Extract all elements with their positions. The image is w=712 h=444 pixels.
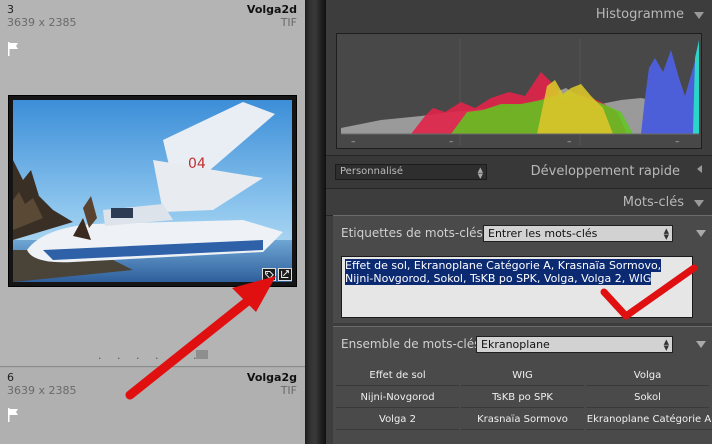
keyword-button[interactable]: TsKB po SPK <box>461 387 584 408</box>
cell-dimensions: 3639 x 2385 <box>7 16 77 29</box>
quick-develop-header[interactable]: Personnalisé ▲ ▼ Développement rapide <box>326 155 712 189</box>
histogram-header[interactable]: Histogramme <box>326 2 712 28</box>
keyword-button[interactable]: WIG <box>461 365 584 386</box>
keyword-tags-label: Etiquettes de mots-clés <box>341 226 483 240</box>
cell-index: 6 <box>7 371 14 384</box>
keywords-title: Mots-clés <box>622 195 684 210</box>
histogram-title: Histogramme <box>595 7 684 22</box>
keyword-set-label: Ensemble de mots-clés <box>341 337 481 351</box>
right-panel: Histogramme – – – – Personnalisé ▲ ▼ Déve… <box>326 0 712 444</box>
flag-icon[interactable] <box>7 408 19 422</box>
triangle-down-icon[interactable] <box>696 341 706 348</box>
saved-preset-value: Personnalisé <box>340 166 403 177</box>
keyword-button[interactable]: Volga <box>586 365 709 386</box>
histogram: – – – – <box>336 33 702 149</box>
keyword-set-value: Ekranoplane <box>481 338 550 351</box>
keyword-button[interactable]: Volga 2 <box>336 409 459 430</box>
scrollbar-thumb[interactable] <box>196 350 208 359</box>
cell-dimensions: 3639 x 2385 <box>7 384 77 397</box>
quick-develop-title: Développement rapide <box>530 164 680 179</box>
select-arrows-icon: ▲ ▼ <box>477 166 483 180</box>
triangle-left-icon[interactable] <box>697 165 702 173</box>
cell-index: 3 <box>7 3 14 16</box>
keyword-tags-section: Etiquettes de mots-clés Entrer les mots-… <box>333 215 712 323</box>
keyword-button[interactable]: Krasnaïa Sormovo <box>461 409 584 430</box>
keyword-tags-text: Effet de sol, Ekranoplane Catégorie A, K… <box>345 259 662 285</box>
keyword-button[interactable]: Ekranoplane Catégorie A <box>586 409 712 430</box>
keyword-button[interactable]: Effet de sol <box>336 365 459 386</box>
svg-text:–: – <box>567 137 572 146</box>
triangle-down-icon[interactable] <box>696 230 706 237</box>
library-grid: 3 3639 x 2385 Volga2d TIF 04 . . . . . .… <box>0 0 305 444</box>
cell-filename: Volga2d <box>246 3 297 16</box>
cell-filename: Volga2g <box>246 371 297 384</box>
select-arrows-icon: ▲ ▼ <box>663 338 669 352</box>
keyword-set-section: Ensemble de mots-clés Ekranoplane ▲ ▼ Eff… <box>333 326 712 444</box>
scroll-dots: . . . . . . <box>98 349 203 362</box>
keyword-button[interactable]: Sokol <box>586 387 709 408</box>
cell-filetype: TIF <box>280 384 297 397</box>
cell-filetype: TIF <box>280 16 297 29</box>
histogram-graph: – – – – <box>341 38 699 146</box>
triangle-down-icon[interactable] <box>694 200 704 207</box>
keyword-tag-icon[interactable] <box>262 268 276 281</box>
keyword-button[interactable]: Nijni-Novgorod <box>336 387 459 408</box>
svg-text:–: – <box>351 137 356 146</box>
keywords-header[interactable]: Mots-clés <box>326 190 712 216</box>
thumbnail-frame[interactable]: 04 <box>8 95 297 287</box>
keyword-entry-mode-select[interactable]: Entrer les mots-clés ▲ ▼ <box>483 225 673 242</box>
photo-thumbnail[interactable]: 04 <box>13 100 292 282</box>
triangle-down-icon[interactable] <box>694 12 704 19</box>
flag-icon[interactable] <box>7 42 19 56</box>
svg-text:–: – <box>449 137 454 146</box>
keyword-entry-mode-value: Entrer les mots-clés <box>488 227 598 240</box>
keyword-tags-textarea[interactable]: Effet de sol, Ekranoplane Catégorie A, K… <box>341 256 693 318</box>
keyword-set-select[interactable]: Ekranoplane ▲ ▼ <box>476 336 673 353</box>
panel-divider[interactable] <box>305 0 326 444</box>
saved-preset-select[interactable]: Personnalisé ▲ ▼ <box>335 164 487 180</box>
grid-cell-volga2g[interactable]: 6 3639 x 2385 Volga2g TIF <box>0 368 305 444</box>
crop-adjust-icon[interactable] <box>278 268 292 281</box>
grid-cell-volga2d[interactable]: 3 3639 x 2385 Volga2d TIF 04 . . . . . . <box>0 0 305 367</box>
select-arrows-icon: ▲ ▼ <box>663 227 669 241</box>
svg-text:–: – <box>675 137 680 146</box>
svg-text:04: 04 <box>188 156 206 172</box>
